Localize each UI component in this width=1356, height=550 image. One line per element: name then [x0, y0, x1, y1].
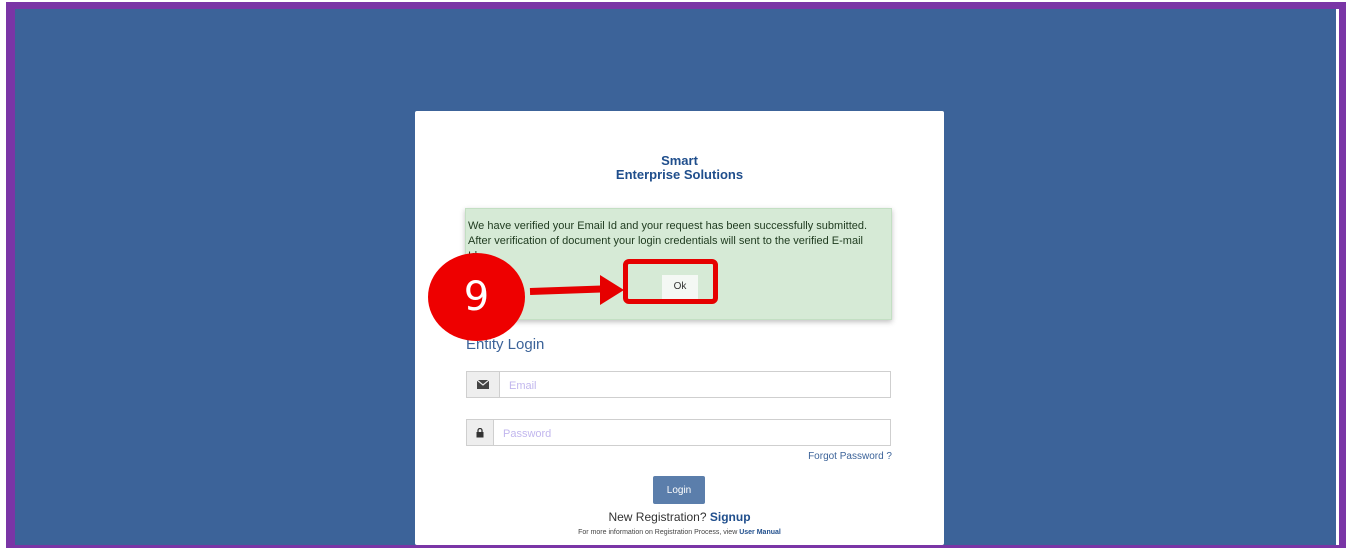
password-input-group	[466, 419, 891, 446]
alert-message: We have verified your Email Id and your …	[468, 220, 868, 262]
signup-link[interactable]: Signup	[710, 510, 751, 524]
login-button[interactable]: Login	[653, 476, 705, 504]
registration-line: New Registration? Signup	[415, 510, 944, 524]
lock-icon	[467, 420, 494, 445]
forgot-password-link[interactable]: Forgot Password ?	[808, 451, 892, 462]
info-text: For more information on Registration Pro…	[578, 529, 738, 536]
ok-highlight-box	[623, 259, 718, 304]
screen-edge	[1336, 9, 1339, 545]
password-field[interactable]	[501, 421, 875, 446]
email-input-group	[466, 371, 891, 398]
envelope-icon	[467, 372, 500, 397]
info-line: For more information on Registration Pro…	[415, 529, 944, 536]
brand-logo: Smart Enterprise Solutions	[415, 154, 944, 182]
step-number-badge: 9	[428, 253, 525, 341]
brand-line2: Enterprise Solutions	[615, 167, 744, 182]
email-field[interactable]	[507, 373, 881, 398]
annotation-arrow-head	[600, 275, 624, 305]
brand-line1: Smart	[661, 153, 698, 168]
user-manual-link[interactable]: User Manual	[739, 529, 781, 536]
new-registration-text: New Registration?	[608, 510, 707, 524]
